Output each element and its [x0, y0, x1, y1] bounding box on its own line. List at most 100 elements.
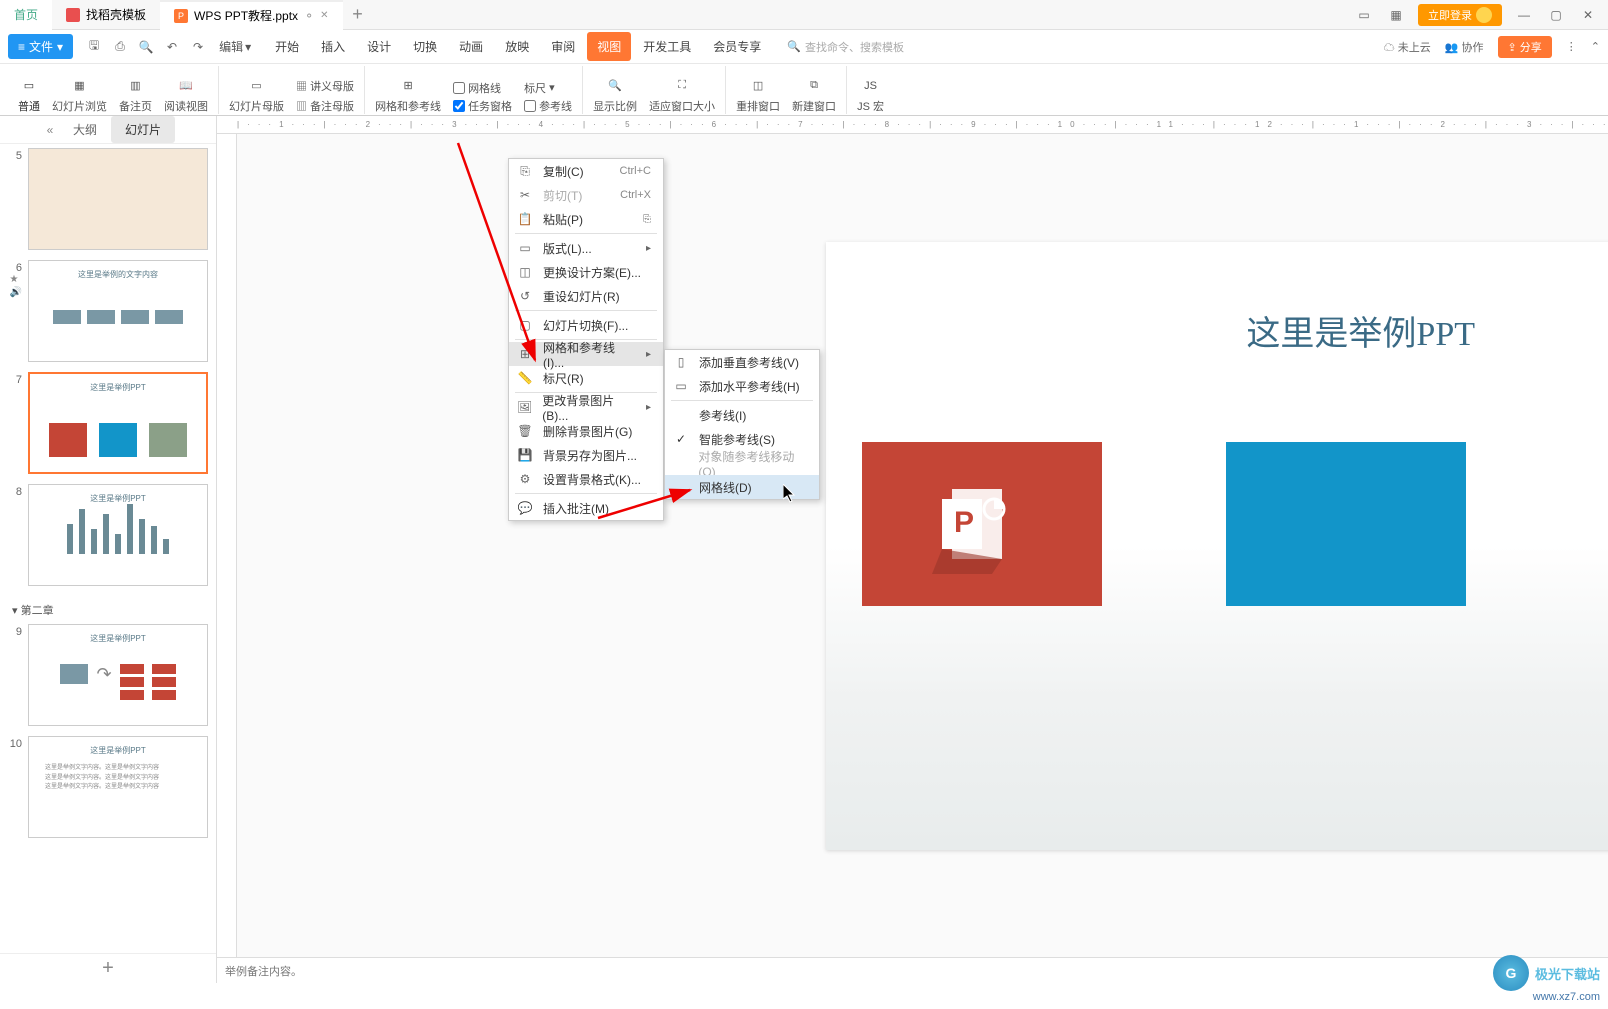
- ctx-bg-save[interactable]: 💾背景另存为图片...: [509, 443, 663, 467]
- ctx-bg-change[interactable]: 🖼更改背景图片(B)...▸: [509, 395, 663, 419]
- slide-master-icon: ▭: [246, 76, 268, 96]
- minimize-button[interactable]: —: [1514, 5, 1534, 25]
- more-icon[interactable]: ⋮: [1566, 40, 1577, 53]
- redo-icon[interactable]: ↷: [189, 38, 207, 56]
- slide-canvas[interactable]: 这里是举例PPT P: [826, 242, 1608, 850]
- tab-home[interactable]: 首页: [0, 0, 52, 30]
- undo-icon[interactable]: ↶: [163, 38, 181, 56]
- section-label[interactable]: ▾ 第二章: [8, 596, 208, 624]
- card-blue: [1226, 442, 1466, 606]
- ruler-icon: 📏: [517, 370, 533, 386]
- tab-menu-icon[interactable]: ⚬: [304, 9, 314, 23]
- collapse-panel-icon[interactable]: «: [41, 123, 59, 137]
- view-sorter[interactable]: ▦幻灯片浏览: [52, 76, 107, 114]
- ctx-add-v-guide[interactable]: ▯添加垂直参考线(V): [665, 350, 819, 374]
- preview-icon[interactable]: 🔍: [137, 38, 155, 56]
- comment-icon: 💬: [517, 500, 533, 516]
- ctx-design[interactable]: ◫更换设计方案(E)...: [509, 260, 663, 284]
- login-button[interactable]: 立即登录: [1418, 4, 1502, 26]
- ctx-add-h-guide[interactable]: ▭添加水平参考线(H): [665, 374, 819, 398]
- tab-start[interactable]: 开始: [265, 32, 309, 61]
- ctx-ruler[interactable]: 📏标尺(R): [509, 366, 663, 390]
- save-image-icon: 💾: [517, 447, 533, 463]
- view-normal[interactable]: ▭普通: [18, 76, 40, 114]
- watermark-logo-icon: G: [1493, 955, 1529, 991]
- collab-button[interactable]: 👥 协作: [1445, 39, 1484, 55]
- opt-taskpane[interactable]: 任务窗格: [453, 98, 512, 114]
- handout-master[interactable]: ▦ 讲义母版: [296, 78, 354, 94]
- check-icon: ✓: [673, 431, 689, 447]
- tab-dev[interactable]: 开发工具: [633, 32, 701, 61]
- notes-footer[interactable]: 举例备注内容。: [217, 957, 1608, 983]
- tab-design[interactable]: 设计: [357, 32, 401, 61]
- arrange-windows[interactable]: ◫重排窗口: [736, 76, 780, 114]
- edit-menu[interactable]: 编辑 ▾: [219, 38, 251, 55]
- tab-insert[interactable]: 插入: [311, 32, 355, 61]
- file-menu[interactable]: ≡ 文件 ▾: [8, 34, 73, 59]
- notes-master[interactable]: ▥ 备注母版: [296, 98, 354, 114]
- thumb-5[interactable]: 5: [8, 148, 208, 250]
- chevron-down-icon: ▾: [245, 40, 251, 54]
- thumb-8[interactable]: 8 这里是举例PPT: [8, 484, 208, 586]
- macro-icon: JS: [860, 76, 882, 96]
- wps-p-icon: P: [174, 9, 188, 23]
- slide-master[interactable]: ▭幻灯片母版: [229, 76, 284, 114]
- view-notes[interactable]: ▥备注页: [119, 76, 152, 114]
- transition-icon: ▢: [517, 317, 533, 333]
- zoom[interactable]: 🔍显示比例: [593, 76, 637, 114]
- cloud-status[interactable]: ☁ 未上云: [1384, 39, 1431, 55]
- layout-icon[interactable]: ▭: [1354, 5, 1374, 25]
- slide-viewport[interactable]: 这里是举例PPT P: [237, 134, 1608, 957]
- ctx-grid-guides[interactable]: ⊞网格和参考线(I)...▸: [509, 342, 663, 366]
- ctx-guides[interactable]: 参考线(I): [665, 403, 819, 427]
- new-window-icon: ⧉: [803, 76, 825, 96]
- grid-guides[interactable]: ⊞网格和参考线: [375, 76, 441, 114]
- print-icon[interactable]: ⎙: [111, 38, 129, 56]
- tab-docer[interactable]: 找稻壳模板: [52, 0, 160, 30]
- tab-transition[interactable]: 切换: [403, 32, 447, 61]
- ctx-bg-format[interactable]: ⚙设置背景格式(K)...: [509, 467, 663, 491]
- tab-view[interactable]: 视图: [587, 32, 631, 61]
- opt-guides[interactable]: 参考线: [524, 98, 572, 114]
- collapse-ribbon-icon[interactable]: ⌃: [1591, 40, 1600, 53]
- tab-vip[interactable]: 会员专享: [703, 32, 771, 61]
- tab-slides[interactable]: 幻灯片: [111, 116, 175, 143]
- ctx-paste[interactable]: 📋粘贴(P)⎘: [509, 207, 663, 231]
- thumb-6[interactable]: 6 ★🔊 这里是举例的文字内容: [8, 260, 208, 362]
- tab-document[interactable]: P WPS PPT教程.pptx ⚬ ✕: [160, 0, 342, 30]
- tab-animation[interactable]: 动画: [449, 32, 493, 61]
- ctx-reset[interactable]: ↺重设幻灯片(R): [509, 284, 663, 308]
- js-macro[interactable]: JSJS 宏: [857, 76, 884, 114]
- thumb-10[interactable]: 10 这里是举例PPT 这里是举例文字内容。这里是举例文字内容这里是举例文字内容…: [8, 736, 208, 838]
- ctx-layout[interactable]: ▭版式(L)...▸: [509, 236, 663, 260]
- ctx-copy[interactable]: ⎘复制(C)Ctrl+C: [509, 159, 663, 183]
- handout-icon: ▦: [296, 81, 307, 93]
- ctx-comment[interactable]: 💬插入批注(M): [509, 496, 663, 520]
- opt-ruler[interactable]: 标尺 ▾: [524, 80, 572, 96]
- search-input[interactable]: 🔍 查找命令、搜索模板: [787, 39, 904, 55]
- share-button[interactable]: ⇪ 分享: [1498, 36, 1552, 58]
- thumbnail-list[interactable]: 5 6 ★🔊 这里是举例的文字内容 7 这里是举例PPT: [0, 144, 216, 953]
- add-tab-button[interactable]: +: [343, 0, 373, 30]
- view-reading[interactable]: 📖阅读视图: [164, 76, 208, 114]
- fit-window[interactable]: ⛶适应窗口大小: [649, 76, 715, 114]
- save-icon[interactable]: 🖫: [85, 38, 103, 56]
- opt-grid[interactable]: 网格线: [453, 80, 512, 96]
- close-icon[interactable]: ✕: [320, 10, 328, 21]
- thumb-9[interactable]: 9 这里是举例PPT ↷: [8, 624, 208, 726]
- maximize-button[interactable]: ▢: [1546, 5, 1566, 25]
- thumb-7[interactable]: 7 这里是举例PPT: [8, 372, 208, 474]
- close-window-button[interactable]: ✕: [1578, 5, 1598, 25]
- add-slide-button[interactable]: +: [0, 953, 216, 983]
- ctx-transition[interactable]: ▢幻灯片切换(F)...: [509, 313, 663, 337]
- ctx-cut[interactable]: ✂剪切(T)Ctrl+X: [509, 183, 663, 207]
- ctx-bg-delete[interactable]: 🗑删除背景图片(G): [509, 419, 663, 443]
- menu-icon: ≡: [18, 40, 25, 54]
- apps-icon[interactable]: ▦: [1386, 5, 1406, 25]
- reset-icon: ↺: [517, 288, 533, 304]
- tab-slideshow[interactable]: 放映: [495, 32, 539, 61]
- tab-review[interactable]: 审阅: [541, 32, 585, 61]
- title-bar: 首页 找稻壳模板 P WPS PPT教程.pptx ⚬ ✕ + ▭ ▦ 立即登录…: [0, 0, 1608, 30]
- new-window[interactable]: ⧉新建窗口: [792, 76, 836, 114]
- tab-outline[interactable]: 大纲: [59, 116, 111, 143]
